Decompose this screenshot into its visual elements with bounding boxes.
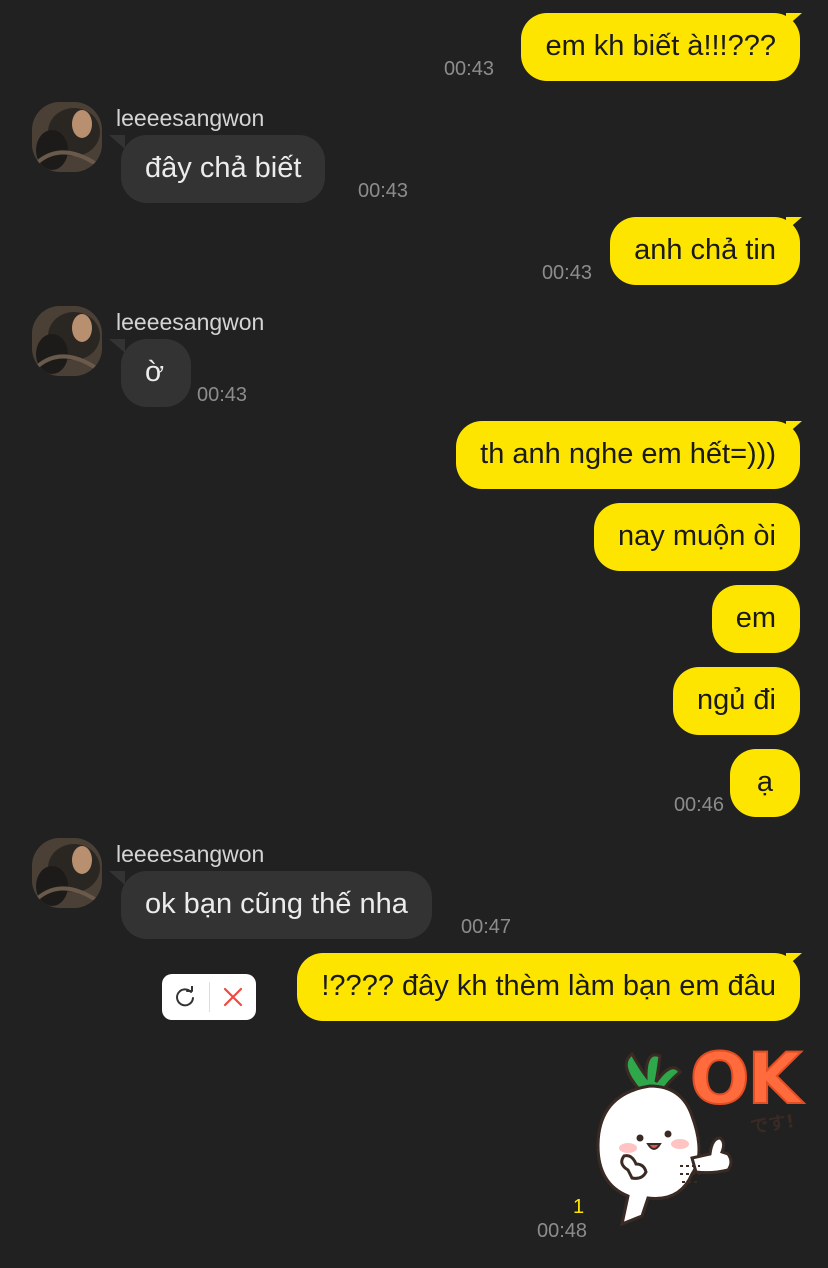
avatar-image [32,838,102,908]
message-text: đây chả biết [145,152,302,184]
bubble-tail [786,953,802,967]
message-text: ok bạn cũng thế nha [145,888,408,920]
avatar[interactable] [32,102,102,172]
retry-button[interactable] [162,974,209,1020]
message-time: 00:47 [461,916,512,938]
message-text: !???? đây kh thèm làm bạn em đâu [321,970,776,1002]
avatar[interactable] [32,306,102,376]
message-bubble-incoming[interactable]: ok bạn cũng thế nha [121,871,432,939]
sender-name: leeeesangwon [116,309,265,335]
message-text: nay muộn òi [618,520,776,552]
message-bubble-outgoing[interactable]: th anh nghe em hết=))) [456,421,800,489]
sticker-ok[interactable]: OK です! [588,1037,808,1230]
message-bubble-incoming[interactable]: đây chả biết [121,135,326,203]
failed-message-actions [162,974,256,1020]
delete-icon [223,987,242,1007]
bubble-tail [109,135,125,149]
message-time: 00:43 [541,262,592,284]
retry-icon [176,986,195,1007]
message-time: 00:46 [673,794,724,816]
message-time: 00:43 [443,58,494,80]
message-text: em kh biết à!!!??? [545,30,776,62]
message-bubble-outgoing[interactable]: ạ [730,749,800,817]
bubble-tail [786,217,802,231]
avatar-image [32,306,102,376]
message-bubble-outgoing[interactable]: nay muộn òi [594,503,800,571]
bubble-tail [786,13,802,27]
bubble-tail [109,871,125,885]
sender-name: leeeesangwon [116,841,265,867]
message-bubble-outgoing[interactable]: ngủ đi [672,667,800,735]
unread-count: 1 [573,1196,585,1218]
message-bubble-incoming[interactable]: ờ [121,339,191,407]
delete-button[interactable] [209,974,256,1020]
sender-name: leeeesangwon [116,105,265,131]
message-bubble-outgoing[interactable]: !???? đây kh thèm làm bạn em đâu [297,953,800,1021]
message-text: ngủ đi [696,684,776,716]
message-time: 00:43 [197,384,248,406]
message-text: th anh nghe em hết=))) [480,438,776,470]
message-text: ạ [756,766,774,798]
message-time: 00:48 [537,1220,588,1242]
message-bubble-outgoing[interactable]: em kh biết à!!!??? [521,13,800,81]
avatar-image [32,102,102,172]
message-bubble-outgoing[interactable]: anh chả tin [610,217,800,285]
message-text: em [735,602,776,634]
message-bubble-outgoing[interactable]: em [711,585,800,653]
message-text: ờ [145,356,165,388]
message-time: 00:43 [358,180,409,202]
bubble-tail [109,339,125,353]
message-text: anh chả tin [634,234,776,266]
avatar[interactable] [32,838,102,908]
bubble-tail [786,421,802,435]
